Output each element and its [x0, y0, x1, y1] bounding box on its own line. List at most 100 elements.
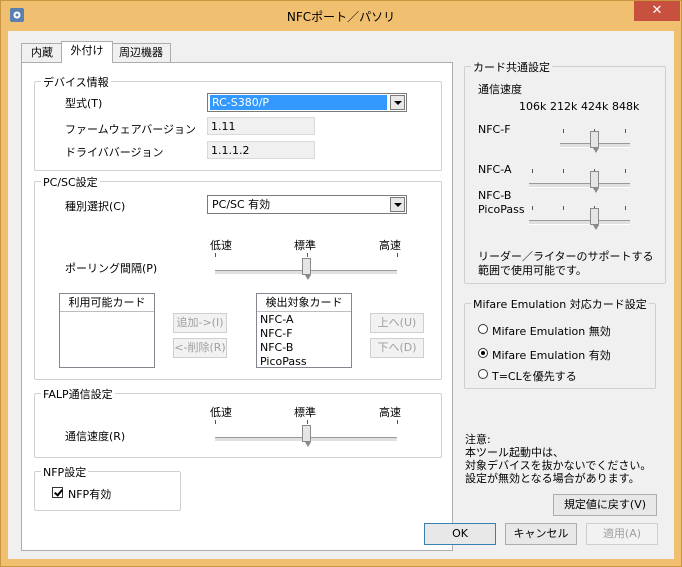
scale-standard: 標準 — [294, 406, 316, 419]
nfp-enable-checkbox[interactable] — [52, 487, 63, 498]
speed-heading: 通信速度 — [478, 83, 522, 96]
tab-external[interactable]: 外付け — [61, 41, 113, 63]
tab-label: 外付け — [70, 44, 104, 57]
scale-slow: 低速 — [210, 406, 232, 419]
driver-field: 1.1.1.2 — [207, 141, 315, 159]
slider-tick — [563, 169, 564, 173]
list-item[interactable]: PicoPass — [260, 355, 307, 369]
slider-tick — [563, 206, 564, 210]
tcl-priority-radio[interactable] — [478, 369, 488, 379]
nfc-settings-window: NFCポート／パソリ ✕ 内蔵 外付け 周辺機器 デバイス情報 型式(T) RC… — [0, 0, 682, 567]
slider-tick — [625, 206, 626, 210]
tab-label: 内蔵 — [31, 46, 53, 59]
title-bar[interactable]: NFCポート／パソリ ✕ — [1, 1, 681, 31]
slider-tick — [215, 253, 216, 257]
speed-slider-thumb[interactable] — [590, 208, 599, 230]
nfp-group: NFP設定 NFP有効 — [34, 464, 181, 511]
speed-slider-thumb[interactable] — [590, 131, 599, 153]
list-item[interactable]: NFC-F — [260, 327, 293, 341]
speed-848k: 848k — [612, 100, 640, 113]
mifare-disabled-label[interactable]: Mifare Emulation 無効 — [492, 323, 611, 339]
scale-fast: 高速 — [379, 406, 401, 419]
device-info-group: デバイス情報 型式(T) RC-S380/P ファームウェアバージョン 1.11… — [34, 74, 442, 171]
list-item[interactable]: NFC-A — [260, 313, 294, 327]
mifare-disabled-radio[interactable] — [478, 324, 488, 334]
chevron-down-icon[interactable] — [390, 197, 405, 212]
slider-tick — [563, 129, 564, 133]
falp-speed-slider-thumb[interactable] — [302, 425, 311, 447]
scale-slow: 低速 — [210, 239, 232, 252]
notice-text: 設定が無効となる場合があります。 — [465, 472, 640, 485]
slider-tick — [397, 253, 398, 257]
card-common-group: カード共通設定 通信速度 106k 212k 424k 848k NFC-F N… — [464, 59, 666, 284]
polling-slider-thumb[interactable] — [302, 258, 311, 280]
type-value: PC/SC 有効 — [212, 198, 271, 211]
window-title: NFCポート／パソリ — [286, 10, 396, 24]
list-header: 利用可能カード — [60, 294, 154, 312]
chevron-down-icon[interactable] — [390, 95, 405, 110]
speed-slider-track[interactable] — [529, 220, 630, 225]
tab-label: 周辺機器 — [119, 46, 163, 59]
scale-fast: 高速 — [379, 239, 401, 252]
move-down-button[interactable]: 下へ(D) — [370, 338, 424, 358]
slider-tick — [307, 420, 308, 424]
list-item[interactable]: NFC-B — [260, 341, 293, 355]
firmware-label: ファームウェアバージョン — [65, 123, 197, 136]
type-select[interactable]: PC/SC 有効 — [207, 195, 407, 214]
slider-tick — [625, 169, 626, 173]
support-note: 範囲で使用可能です。 — [478, 264, 587, 277]
slider-tick — [397, 420, 398, 424]
group-title: カード共通設定 — [471, 59, 552, 75]
move-up-button[interactable]: 上へ(U) — [370, 313, 424, 333]
speed-106k: 106k — [519, 100, 547, 113]
slider-tick — [625, 129, 626, 133]
remove-button[interactable]: <-削除(R) — [173, 338, 227, 358]
group-title: NFP設定 — [41, 464, 89, 480]
dialog-client-area: 内蔵 外付け 周辺機器 デバイス情報 型式(T) RC-S380/P ファームウ… — [8, 31, 674, 559]
slider-tick — [307, 253, 308, 257]
pcsc-group: PC/SC設定 種別選択(C) PC/SC 有効 低速 標準 高速 ポーリング間… — [34, 174, 442, 380]
falp-group: FALP通信設定 低速 標準 高速 通信速度(R) — [34, 386, 442, 458]
mifare-enabled-radio[interactable] — [478, 348, 488, 358]
speed-slider-track[interactable] — [529, 183, 630, 188]
speed-212k: 212k — [550, 100, 578, 113]
list-header: 検出対象カード — [257, 294, 351, 312]
tcl-priority-label[interactable]: T=CLを優先する — [492, 368, 577, 384]
close-button[interactable]: ✕ — [634, 1, 680, 21]
nfp-enable-label[interactable]: NFP有効 — [68, 486, 111, 502]
group-title: PC/SC設定 — [41, 174, 100, 190]
add-button[interactable]: 追加->(I) — [173, 313, 227, 333]
cancel-button[interactable]: キャンセル — [505, 523, 577, 545]
mifare-group: Mifare Emulation 対応カード設定 Mifare Emulatio… — [464, 296, 656, 389]
apply-button[interactable]: 適用(A) — [586, 523, 658, 545]
slider-tick — [532, 169, 533, 173]
firmware-field: 1.11 — [207, 117, 315, 135]
group-title: FALP通信設定 — [41, 386, 115, 402]
driver-label: ドライババージョン — [65, 146, 164, 159]
ok-button[interactable]: OK — [424, 523, 496, 545]
mifare-enabled-label[interactable]: Mifare Emulation 有効 — [492, 347, 611, 363]
nfc-b-speed-slider[interactable] — [465, 206, 655, 230]
tab-peripherals[interactable]: 周辺機器 — [111, 43, 171, 62]
external-tab-panel: デバイス情報 型式(T) RC-S380/P ファームウェアバージョン 1.11… — [21, 62, 453, 551]
scale-standard: 標準 — [294, 239, 316, 252]
speed-424k: 424k — [581, 100, 609, 113]
detect-cards-list[interactable]: 検出対象カード NFC-A NFC-F NFC-B PicoPass — [256, 293, 352, 368]
model-label: 型式(T) — [65, 97, 103, 110]
group-title: デバイス情報 — [41, 74, 111, 90]
speed-label: 通信速度(R) — [65, 430, 126, 443]
polling-label: ポーリング間隔(P) — [65, 262, 158, 275]
speed-slider-thumb[interactable] — [590, 171, 599, 193]
group-title: Mifare Emulation 対応カード設定 — [471, 296, 649, 312]
nfc-b-label: NFC-B — [478, 189, 512, 202]
slider-tick — [215, 420, 216, 424]
restore-defaults-button[interactable]: 規定値に戻す(V) — [553, 494, 657, 516]
available-cards-list[interactable]: 利用可能カード — [59, 293, 155, 368]
close-icon: ✕ — [651, 3, 663, 18]
model-value: RC-S380/P — [210, 95, 387, 110]
model-select[interactable]: RC-S380/P — [207, 93, 407, 112]
type-label: 種別選択(C) — [65, 200, 126, 213]
nfc-f-speed-slider[interactable] — [465, 129, 655, 153]
tab-internal[interactable]: 内蔵 — [21, 43, 63, 62]
slider-tick — [532, 206, 533, 210]
